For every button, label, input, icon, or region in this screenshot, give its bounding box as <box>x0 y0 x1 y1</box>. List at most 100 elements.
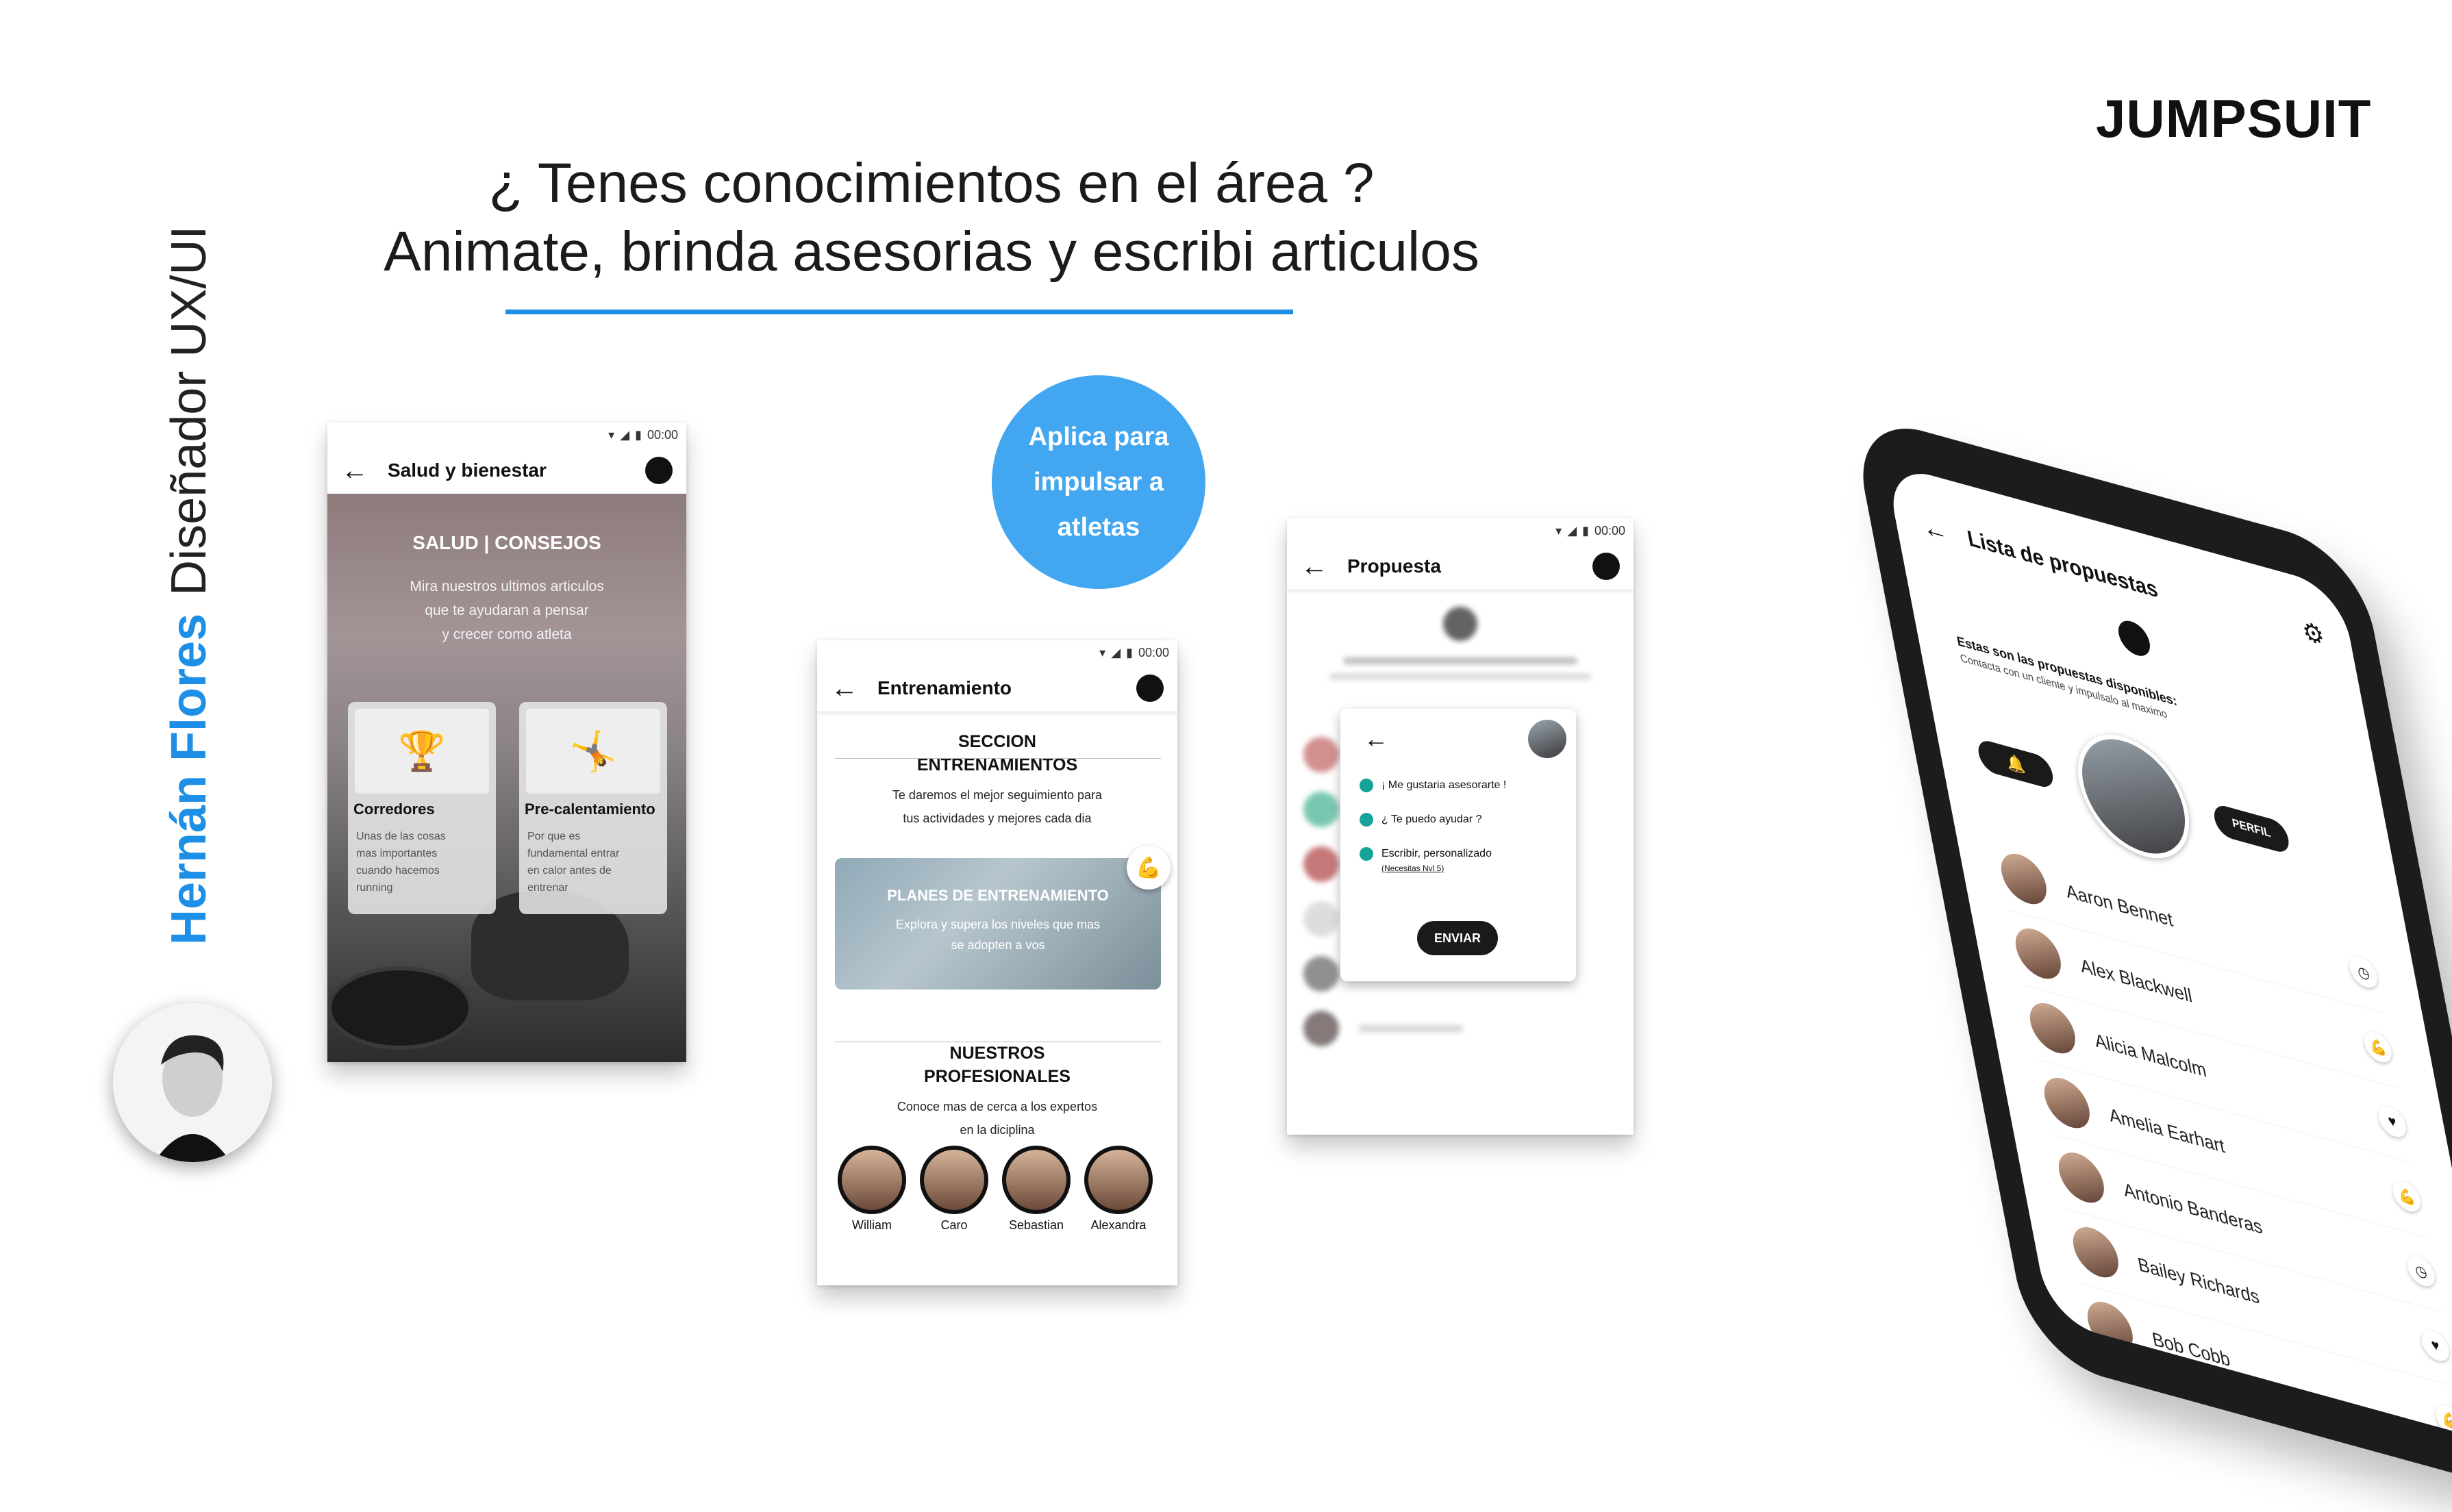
app-bar: ← Propuesta <box>1287 543 1634 590</box>
back-arrow-icon[interactable]: ← <box>831 675 858 702</box>
screen-salud: ▾ ◢ ▮ 00:00 ← Salud y bienestar SALUD | … <box>327 423 686 1062</box>
option-label: ¡ Me gustaria asesorarte ! <box>1381 779 1507 791</box>
professional-name: Sebastian <box>1008 1218 1064 1232</box>
hero-title: SALUD | CONSEJOS <box>412 532 601 553</box>
card-text: Por que es fundamental entrar en calor a… <box>519 818 667 896</box>
bicep-icon[interactable]: 💪 <box>2362 1029 2394 1066</box>
profile-avatar <box>2067 721 2200 872</box>
avatar <box>2011 923 2065 985</box>
back-arrow-icon[interactable]: ← <box>1364 724 1388 753</box>
professional-avatar[interactable]: William <box>838 1146 906 1233</box>
avatar <box>2025 998 2079 1059</box>
section-text-line: Te daremos el mejor seguimiento para <box>892 788 1103 802</box>
avatar <box>2054 1147 2108 1209</box>
radio-icon <box>1360 847 1373 861</box>
app-logo-icon[interactable] <box>645 457 673 484</box>
section-text: Conoce mas de cerca a los expertos en la… <box>817 1095 1177 1142</box>
option-personalizado[interactable]: Escribir, personalizado <box>1360 847 1576 861</box>
send-button[interactable]: ENVIAR <box>1417 921 1498 955</box>
radio-icon <box>1360 779 1373 792</box>
clock-icon[interactable]: ◷ <box>2347 954 2379 991</box>
client-avatar <box>1528 720 1566 758</box>
screen-title: Entrenamiento <box>877 677 1012 698</box>
card-title: Pre-calentamiento <box>525 801 655 818</box>
bicep-icon[interactable]: 💪 <box>2390 1178 2423 1215</box>
option-asesorarte[interactable]: ¡ Me gustaria asesorarte ! <box>1360 779 1576 792</box>
heart-icon[interactable]: ♥ <box>2376 1103 2408 1140</box>
clock-icon[interactable]: ◷ <box>2405 1252 2437 1289</box>
gear-icon[interactable]: ⚙ <box>2299 615 2327 652</box>
option-label: Escribir, personalizado <box>1381 848 1492 859</box>
card-text-line: en calor antes de <box>527 865 612 877</box>
planes-card[interactable]: PLANES DE ENTRENAMIENTO Explora y supera… <box>835 846 1171 990</box>
section-title: NUESTROS PROFESIONALES <box>817 1042 1177 1088</box>
card-title: Corredores <box>353 801 435 818</box>
section-text-line: Conoce mas de cerca a los expertos <box>897 1100 1098 1113</box>
signal-icon: ◢ <box>1111 645 1121 659</box>
avatar <box>2040 1072 2094 1134</box>
bubble-line-3: atletas <box>1057 513 1140 542</box>
app-bar: ← Salud y bienestar <box>327 447 686 494</box>
card-corredores[interactable]: 🏆 Corredores Unas de las cosas mas impor… <box>348 702 496 914</box>
planes-text-line: se adopten a vos <box>951 938 1045 952</box>
card-pre-calentamiento[interactable]: 🤸 Pre-calentamiento Por que es fundament… <box>519 702 667 914</box>
option-ayudar[interactable]: ¿ Te puedo ayudar ? <box>1360 813 1576 827</box>
card-text-line: Unas de las cosas <box>356 831 446 842</box>
author-credit: Hernán Flores Diseñador UX/UI <box>161 226 217 945</box>
option-requirement: (Necesitas Nvl 5) <box>1381 864 1444 873</box>
card-text-line: fundamental entrar <box>527 848 620 859</box>
bell-icon[interactable]: 🔔 <box>1975 738 2056 791</box>
phone-mockup: ← Lista de propuestas ⚙ Estas son las pr… <box>1849 411 2452 1498</box>
battery-icon: ▮ <box>1126 645 1133 659</box>
back-arrow-icon[interactable]: ← <box>1919 510 1951 549</box>
section-text-line: en la diciplina <box>960 1123 1035 1137</box>
professional-name: Caro <box>940 1218 968 1232</box>
battery-icon: ▮ <box>1582 523 1589 538</box>
profile-button[interactable]: PERFIL <box>2211 802 2292 855</box>
card-text-line: mas importantes <box>356 848 438 859</box>
status-bar: ▾ ◢ ▮ 00:00 <box>817 640 1177 665</box>
bubble-line-1: Aplica para <box>1028 423 1169 451</box>
status-time: 00:00 <box>1138 645 1169 659</box>
author-avatar <box>113 1003 272 1162</box>
signal-icon: ◢ <box>1567 523 1577 538</box>
card-text-line: entrenar <box>527 882 568 894</box>
wifi-icon: ▾ <box>608 427 615 442</box>
phone-screen: ← Lista de propuestas ⚙ Estas son las pr… <box>1884 462 2452 1446</box>
app-logo-icon[interactable] <box>1136 675 1164 702</box>
stretching-icon: 🤸 <box>526 709 660 794</box>
apply-bubble[interactable]: Aplica para impulsar a atletas <box>992 375 1205 589</box>
professional-avatar[interactable]: Sebastian <box>1002 1146 1071 1233</box>
radio-icon <box>1360 813 1373 827</box>
option-label: ¿ Te puedo ayudar ? <box>1381 814 1482 825</box>
headline-underline <box>505 310 1293 314</box>
section-title-line: NUESTROS <box>949 1044 1045 1063</box>
avatar <box>2083 1296 2137 1358</box>
status-time: 00:00 <box>1594 523 1625 538</box>
professional-name: Alexandra <box>1090 1218 1147 1232</box>
section-title: SECCION ENTRENAMIENTOS <box>817 730 1177 777</box>
professional-avatar[interactable]: Caro <box>920 1146 988 1233</box>
hero-text-line: Mira nuestros ultimos articulos <box>410 579 604 594</box>
avatar <box>1002 1146 1071 1214</box>
planes-title: PLANES DE ENTRENAMIENTO <box>887 887 1109 904</box>
battery-icon: ▮ <box>635 427 642 442</box>
planes-text-line: Explora y supera los niveles que mas <box>895 918 1101 931</box>
avatar <box>2097 1371 2151 1433</box>
section-title-line: SECCION <box>958 732 1036 751</box>
status-bar: ▾ ◢ ▮ 00:00 <box>327 423 686 447</box>
bubble-line-2: impulsar a <box>1033 468 1164 496</box>
wifi-icon: ▾ <box>1555 523 1562 538</box>
planes-text: Explora y supera los niveles que mas se … <box>835 914 1161 955</box>
heart-icon[interactable]: ♥ <box>2419 1327 2451 1364</box>
headline-line-2: Animate, brinda asesorias y escribi arti… <box>384 220 1479 283</box>
back-arrow-icon[interactable]: ← <box>341 457 368 484</box>
professional-avatar[interactable]: Alexandra <box>1084 1146 1153 1233</box>
proposal-modal: ← ¡ Me gustaria asesorarte ! ¿ Te puedo … <box>1340 709 1576 981</box>
author-name: Hernán Flores <box>162 613 216 945</box>
app-logo-icon[interactable] <box>1592 553 1620 580</box>
author-role: Diseñador UX/UI <box>162 225 216 596</box>
bicep-icon[interactable]: 💪 <box>1127 846 1171 890</box>
back-arrow-icon[interactable]: ← <box>1301 553 1328 580</box>
status-bar: ▾ ◢ ▮ 00:00 <box>1287 518 1634 543</box>
